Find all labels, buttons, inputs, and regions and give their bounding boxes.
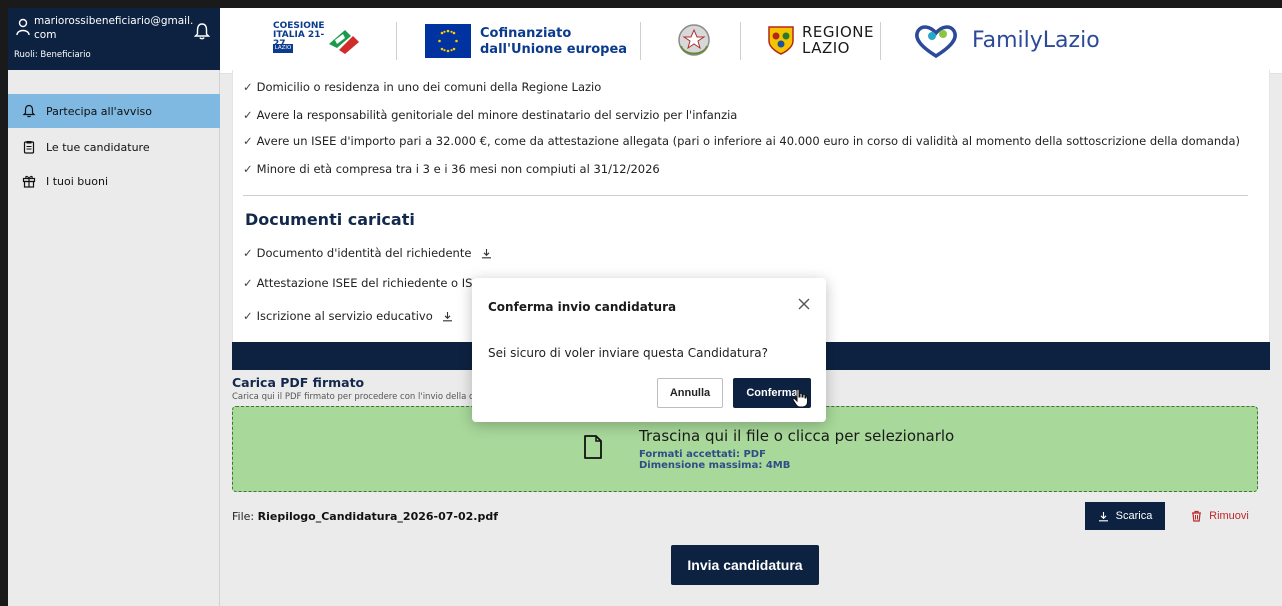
requirement-item: ✓ Avere la responsabilità genitoriale del… — [243, 108, 737, 122]
sidebar-item-candidature[interactable]: Le tue candidature — [8, 130, 220, 164]
coesione-arrow-icon — [329, 30, 359, 54]
sidebar-item-label: Partecipa all'avviso — [46, 104, 152, 118]
download-icon[interactable] — [481, 248, 492, 259]
requirement-item: ✓ Minore di età compresa tra i 3 e i 36 m… — [243, 162, 660, 176]
eu-text-line2: dall'Unione europea — [480, 42, 628, 57]
regione-line1: REGIONE — [802, 23, 874, 41]
user-role: Ruoli: Beneficiario — [14, 50, 91, 60]
trash-icon — [1192, 510, 1202, 522]
uploaded-file-row: File: Riepilogo_Candidatura_2026-07-02.p… — [232, 510, 498, 523]
document-name: Iscrizione al servizio educativo — [256, 309, 433, 323]
familylazio-heart-icon — [915, 25, 957, 59]
header-divider — [640, 22, 641, 60]
sidebar-item-label: I tuoi buoni — [46, 174, 109, 188]
coesione-italia-logo: COESIONE ITALIA 21-27 LAZIO — [273, 22, 365, 58]
requirement-text: Domicilio o residenza in uno dei comuni … — [256, 80, 602, 94]
modal-message: Sei sicuro di voler inviare questa Candi… — [488, 346, 768, 360]
sidebar-item-label: Le tue candidature — [46, 140, 150, 154]
file-icon — [584, 435, 602, 459]
user-panel: mariorossibeneficiario@gmail.com Ruoli: … — [8, 8, 220, 70]
section-divider — [243, 195, 1248, 196]
document-name: Documento d'identità del richiedente — [256, 246, 472, 260]
check-icon: ✓ — [243, 108, 253, 122]
app-frame: mariorossibeneficiario@gmail.com Ruoli: … — [8, 8, 1282, 606]
download-icon — [1098, 511, 1108, 521]
user-email: mariorossibeneficiario@gmail.com — [34, 15, 194, 41]
upload-title: Carica PDF firmato — [232, 375, 365, 390]
eu-flag-icon — [425, 24, 471, 58]
check-icon: ✓ — [243, 246, 253, 260]
submit-candidature-button[interactable]: Invia candidatura — [671, 545, 819, 585]
remove-button-label: Rimuovi — [1209, 510, 1249, 522]
requirement-item: ✓ Domicilio o residenza in uno dei comuni… — [243, 80, 601, 94]
download-button-label: Scarica — [1115, 510, 1153, 522]
header-logos: COESIONE ITALIA 21-27 LAZIO Cofinan — [220, 8, 1282, 74]
notification-bell-icon[interactable] — [194, 22, 210, 40]
documents-title: Documenti caricati — [245, 210, 415, 229]
clipboard-icon — [23, 141, 35, 154]
dropzone-formats: Formati accettati: PDF — [639, 449, 766, 460]
gift-icon — [22, 175, 36, 188]
header-divider — [396, 22, 397, 60]
bell-icon — [22, 104, 36, 118]
download-icon[interactable] — [442, 311, 453, 322]
check-icon: ✓ — [243, 309, 253, 323]
italian-republic-emblem-icon — [678, 24, 710, 56]
regione-lazio-shield-icon — [768, 26, 794, 55]
file-name: Riepilogo_Candidatura_2026-07-02.pdf — [257, 510, 499, 523]
download-button[interactable]: Scarica — [1085, 502, 1165, 530]
eu-text-line1: Cofinanziato — [480, 26, 572, 41]
confirm-modal: Conferma invio candidatura Sei sicuro di… — [472, 278, 826, 422]
dropzone-max-size: Dimensione massima: 4MB — [639, 460, 791, 471]
check-icon: ✓ — [243, 276, 253, 290]
requirement-text: Avere la responsabilità genitoriale del … — [256, 108, 738, 122]
check-icon: ✓ — [243, 162, 253, 176]
remove-button[interactable]: Rimuovi — [1180, 502, 1260, 530]
regione-line2: LAZIO — [802, 39, 850, 57]
familylazio-text: FamilyLazio — [972, 28, 1100, 53]
coesione-badge: LAZIO — [273, 44, 293, 53]
user-icon — [16, 18, 30, 36]
sidebar-item-buoni[interactable]: I tuoi buoni — [8, 164, 220, 198]
dropzone-instruction: Trascina qui il file o clicca per selezi… — [639, 427, 955, 445]
requirement-text: Minore di età compresa tra i 3 e i 36 me… — [256, 162, 660, 176]
modal-title: Conferma invio candidatura — [488, 300, 677, 314]
check-icon: ✓ — [243, 80, 253, 94]
close-icon[interactable] — [796, 296, 812, 312]
eu-cofinanced-text: Cofinanziato dall'Unione europea — [480, 26, 627, 58]
document-item: ✓ Iscrizione al servizio educativo — [243, 309, 453, 323]
file-label: File: — [232, 510, 255, 523]
regione-lazio-text: REGIONE LAZIO — [802, 24, 874, 56]
document-item: ✓ Documento d'identità del richiedente — [243, 246, 492, 260]
cancel-button[interactable]: Annulla — [657, 378, 723, 408]
header-divider — [740, 22, 741, 60]
requirement-text: Avere un ISEE d'importo pari a 32.000 €,… — [256, 134, 1241, 148]
sidebar: mariorossibeneficiario@gmail.com Ruoli: … — [8, 8, 220, 606]
check-icon: ✓ — [243, 134, 253, 148]
hand-cursor-icon — [792, 388, 808, 408]
header-divider — [880, 22, 881, 60]
sidebar-item-partecipa[interactable]: Partecipa all'avviso — [8, 94, 220, 128]
requirement-item: ✓ Avere un ISEE d'importo pari a 32.000 €… — [243, 134, 1240, 148]
